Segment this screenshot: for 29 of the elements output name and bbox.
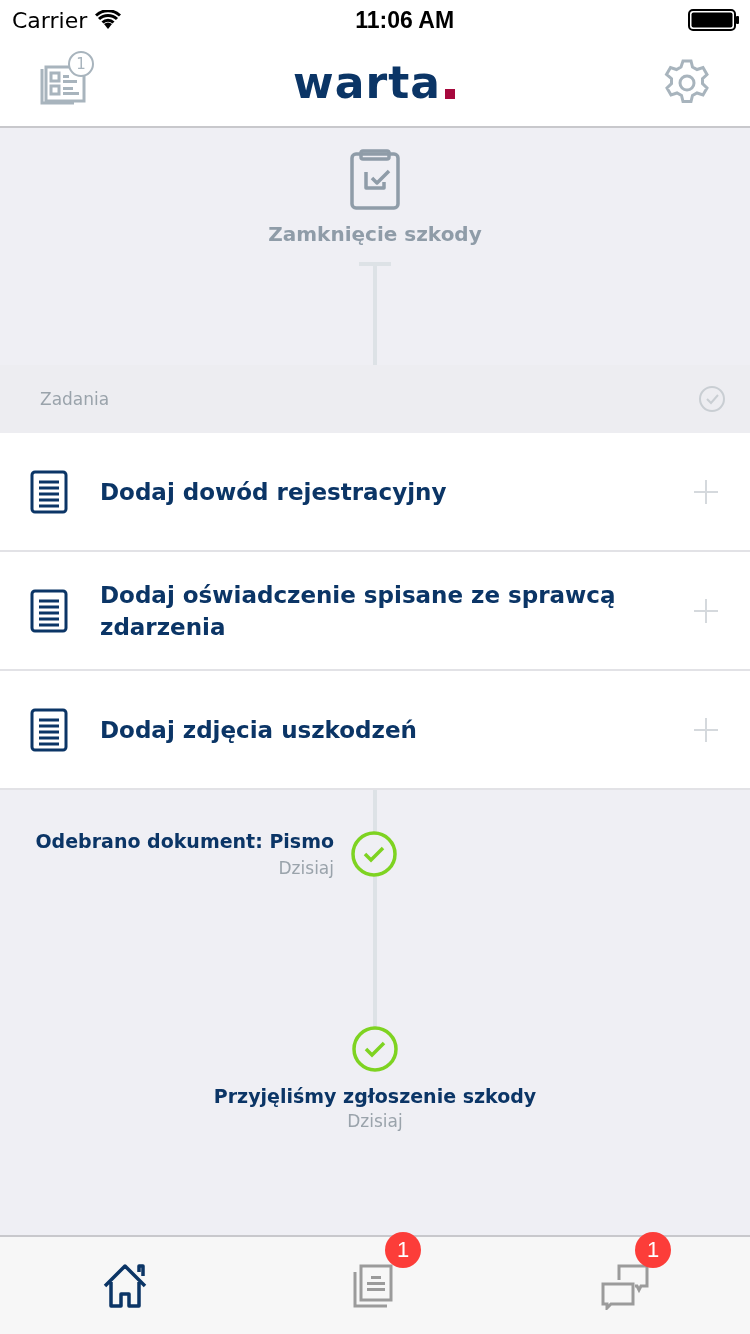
clipboard-check-icon (350, 148, 400, 210)
check-circle-icon (698, 385, 726, 413)
document-icon (30, 707, 68, 752)
home-icon (101, 1261, 149, 1310)
logo-text: warta (293, 61, 441, 105)
notification-badge: 1 (385, 1231, 421, 1268)
task-row[interactable]: Dodaj oświadczenie spisane ze sprawcą zdarzenia (0, 552, 750, 671)
battery-icon (688, 9, 740, 31)
task-row[interactable]: Dodaj zdjęcia uszkodzeń (0, 671, 750, 790)
task-label: Dodaj dowód rejestracyjny (100, 477, 448, 507)
event-title: Odebrano dokument: Pismo (35, 830, 334, 852)
carrier-name: Carrier (12, 7, 88, 33)
plus-icon[interactable] (692, 477, 720, 506)
count-badge: 1 (68, 51, 94, 77)
document-icon (30, 469, 68, 514)
task-label: Dodaj zdjęcia uszkodzeń (100, 715, 418, 745)
clock-time: 11:06 AM (355, 6, 455, 34)
event-date: Dzisiaj (347, 1111, 403, 1131)
plus-icon[interactable] (692, 715, 720, 744)
stage-title: Zamknięcie szkody (268, 222, 482, 246)
wifi-icon (95, 10, 122, 30)
task-row[interactable]: Dodaj dowód rejestracyjny (0, 433, 750, 552)
event-title: Przyjęliśmy zgłoszenie szkody (213, 1085, 537, 1107)
document-icon (30, 588, 68, 633)
section-title: Zadania (40, 389, 110, 409)
task-label: Dodaj oświadczenie spisane ze sprawcą zdarzenia (100, 580, 617, 642)
event-date: Dzisiaj (278, 858, 334, 878)
plus-icon[interactable] (692, 596, 720, 625)
notification-badge: 1 (635, 1231, 671, 1268)
